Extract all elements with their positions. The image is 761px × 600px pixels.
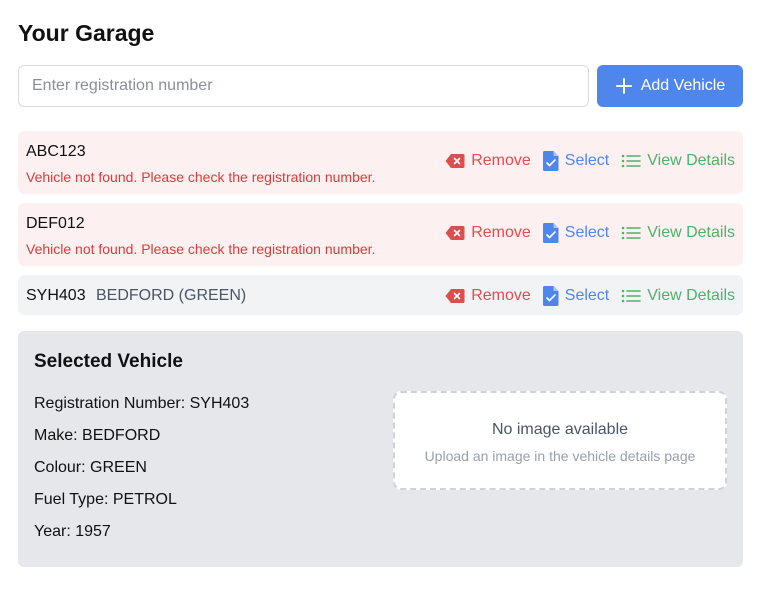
- document-check-icon: [542, 151, 559, 171]
- registration-search-input[interactable]: [18, 65, 589, 107]
- add-vehicle-label: Add Vehicle: [640, 77, 726, 94]
- field-label: Colour:: [34, 459, 86, 476]
- select-button[interactable]: Select: [542, 223, 610, 243]
- vehicle-image-placeholder: No image available Upload an image in th…: [393, 391, 727, 490]
- vehicle-reg: SYH403: [26, 287, 86, 304]
- vehicle-row: DEF012 Vehicle not found. Please check t…: [18, 203, 743, 266]
- field-label: Fuel Type:: [34, 491, 109, 508]
- view-details-label: View Details: [647, 152, 735, 169]
- list-icon: [621, 226, 642, 240]
- document-check-icon: [542, 223, 559, 243]
- vehicle-reg: ABC123: [26, 143, 86, 160]
- vehicle-row: SYH403 BEDFORD (GREEN) Remove Select Vie…: [18, 275, 743, 315]
- view-details-label: View Details: [647, 287, 735, 304]
- field-label: Registration Number:: [34, 395, 186, 412]
- vehicle-actions: Remove Select View Details: [445, 286, 735, 306]
- backspace-x-icon: [445, 289, 465, 303]
- list-icon: [621, 289, 642, 303]
- vehicle-actions: Remove Select View Details: [445, 223, 735, 243]
- field-value: GREEN: [90, 459, 147, 476]
- select-label: Select: [564, 224, 610, 241]
- field-fuel-type: Fuel Type: PETROL: [34, 491, 177, 509]
- field-value: BEDFORD: [82, 427, 161, 444]
- page-title: Your Garage: [18, 20, 155, 46]
- vehicle-description: BEDFORD (GREEN): [96, 287, 247, 304]
- select-label: Select: [564, 287, 610, 304]
- select-button[interactable]: Select: [542, 151, 610, 171]
- view-details-label: View Details: [647, 224, 735, 241]
- plus-icon: [615, 78, 632, 94]
- remove-button[interactable]: Remove: [445, 152, 531, 170]
- no-image-text: No image available: [491, 421, 629, 438]
- select-button[interactable]: Select: [542, 286, 610, 306]
- upload-hint-text: Upload an image in the vehicle details p…: [424, 448, 696, 464]
- remove-label: Remove: [471, 152, 531, 169]
- backspace-x-icon: [445, 154, 465, 168]
- vehicle-error: Vehicle not found. Please check the regi…: [26, 169, 376, 185]
- field-make: Make: BEDFORD: [34, 427, 160, 445]
- field-label: Year:: [34, 523, 71, 540]
- field-label: Make:: [34, 427, 78, 444]
- remove-label: Remove: [471, 287, 531, 304]
- field-registration: Registration Number: SYH403: [34, 395, 249, 413]
- field-year: Year: 1957: [34, 523, 111, 541]
- select-label: Select: [564, 152, 610, 169]
- selected-vehicle-panel: Selected Vehicle Registration Number: SY…: [18, 331, 743, 567]
- vehicle-error: Vehicle not found. Please check the regi…: [26, 241, 376, 257]
- field-value: 1957: [75, 523, 111, 540]
- backspace-x-icon: [445, 226, 465, 240]
- view-details-button[interactable]: View Details: [621, 152, 735, 170]
- document-check-icon: [542, 286, 559, 306]
- vehicle-reg: DEF012: [26, 215, 85, 232]
- add-vehicle-button[interactable]: Add Vehicle: [597, 65, 743, 107]
- remove-button[interactable]: Remove: [445, 287, 531, 305]
- remove-button[interactable]: Remove: [445, 224, 531, 242]
- vehicle-row: ABC123 Vehicle not found. Please check t…: [18, 131, 743, 194]
- selected-vehicle-heading: Selected Vehicle: [34, 351, 183, 372]
- vehicle-actions: Remove Select View Details: [445, 151, 735, 171]
- list-icon: [621, 154, 642, 168]
- field-value: PETROL: [112, 491, 177, 508]
- view-details-button[interactable]: View Details: [621, 224, 735, 242]
- field-colour: Colour: GREEN: [34, 459, 147, 477]
- field-value: SYH403: [189, 395, 250, 412]
- remove-label: Remove: [471, 224, 531, 241]
- view-details-button[interactable]: View Details: [621, 287, 735, 305]
